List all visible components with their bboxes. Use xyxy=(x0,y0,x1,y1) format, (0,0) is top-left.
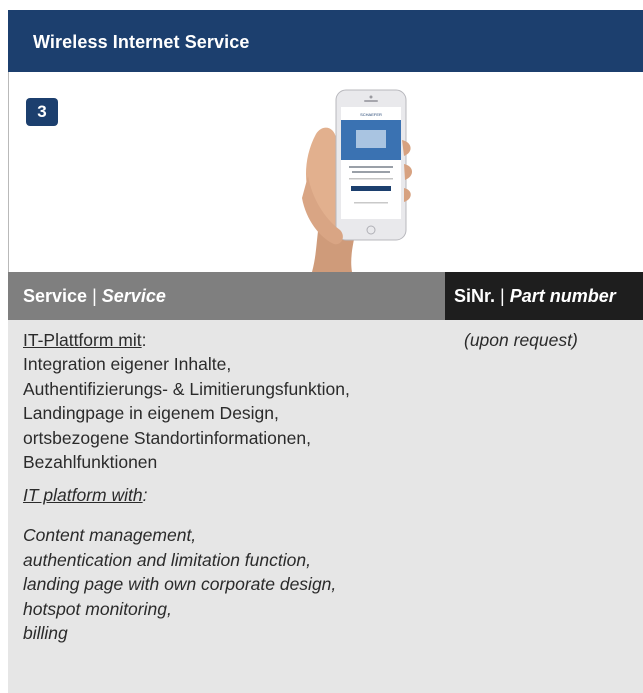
de-heading-colon: : xyxy=(141,330,147,350)
de-heading: IT-Plattform mit xyxy=(23,330,142,350)
part-header-de: SiNr. xyxy=(454,286,496,306)
section-title: Wireless Internet Service xyxy=(33,32,250,52)
en-heading-line: IT platform with: xyxy=(23,485,148,506)
phone-screen-logo: SCHAEFER xyxy=(360,112,382,117)
de-line: ortsbezogene Standortinformationen, xyxy=(23,427,311,448)
service-header-separator: | xyxy=(92,286,97,306)
de-line: Integration eigener Inhalte, xyxy=(23,354,232,375)
en-line: hotspot monitoring, xyxy=(23,598,172,619)
service-description-en: Content management, authentication and l… xyxy=(23,523,336,646)
image-area: 3 SCHAEFER xyxy=(8,72,643,272)
part-header-separator: | xyxy=(500,286,505,306)
en-heading: IT platform with xyxy=(23,485,143,505)
top-margin xyxy=(0,0,643,10)
en-line: billing xyxy=(23,623,68,643)
part-number-value: (upon request) xyxy=(464,330,578,350)
table-body: IT-Plattform mit: Integration eigener In… xyxy=(8,320,643,693)
service-description-de: IT-Plattform mit: Integration eigener In… xyxy=(23,328,350,474)
service-column-header: Service | Service xyxy=(8,272,445,320)
de-line: Landingpage in eigenem Design, xyxy=(23,403,279,424)
section-header: Wireless Internet Service xyxy=(8,10,643,72)
en-line: Content management, xyxy=(23,525,197,545)
de-line: Authentifizierungs- & Limitierungsfunkti… xyxy=(23,378,350,399)
service-header-en: Service xyxy=(101,286,166,306)
part-number-column-header: SiNr. | Part number xyxy=(445,272,643,320)
step-badge: 3 xyxy=(26,98,58,126)
en-line: landing page with own corporate design, xyxy=(23,574,337,594)
part-header-en: Part number xyxy=(509,286,616,306)
phone-in-hand-illustration: SCHAEFER xyxy=(302,89,413,272)
service-header-de: Service xyxy=(23,286,88,306)
en-line: authentication and limitation function, xyxy=(23,549,311,570)
de-line: Bezahlfunktionen xyxy=(23,452,158,473)
de-heading-line: IT-Plattform mit: xyxy=(23,328,350,352)
en-heading-colon: : xyxy=(142,485,148,505)
